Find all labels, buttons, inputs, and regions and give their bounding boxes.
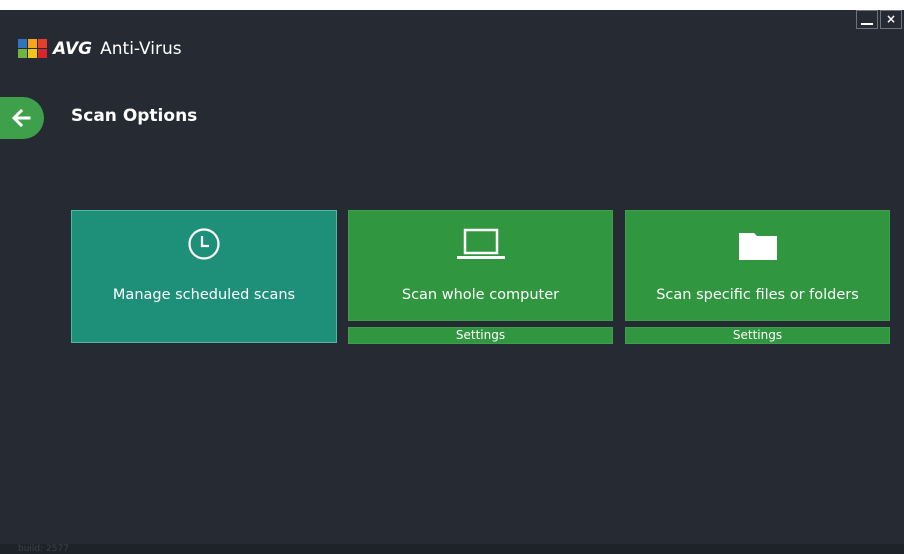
arrow-left-icon bbox=[11, 108, 31, 128]
minimize-button[interactable] bbox=[856, 10, 878, 29]
folder-icon bbox=[738, 233, 777, 260]
close-icon: × bbox=[885, 12, 897, 26]
tile-label: Scan specific files or folders bbox=[656, 287, 859, 303]
product-name: Anti-Virus bbox=[100, 39, 182, 59]
clock-icon bbox=[188, 228, 220, 260]
app-window: × AVG Anti-Virus Scan Options Manage sch… bbox=[0, 10, 904, 554]
avg-logo bbox=[18, 39, 47, 58]
tile-label: Scan whole computer bbox=[401, 287, 560, 303]
footer-bar: build: 2577 bbox=[0, 544, 904, 554]
scan-whole-computer-tile[interactable]: Scan whole computer bbox=[348, 210, 613, 321]
laptop-icon bbox=[456, 228, 505, 259]
scan-whole-computer-settings-button[interactable]: Settings bbox=[348, 327, 613, 344]
manage-scheduled-scans-tile[interactable]: Manage scheduled scans bbox=[71, 210, 337, 343]
close-button[interactable]: × bbox=[880, 10, 902, 29]
scan-specific-files-settings-button[interactable]: Settings bbox=[625, 327, 890, 344]
back-button[interactable] bbox=[0, 97, 44, 139]
scan-specific-files-tile[interactable]: Scan specific files or folders bbox=[625, 210, 890, 321]
tile-label: Manage scheduled scans bbox=[112, 287, 296, 303]
app-brand: AVG Anti-Virus bbox=[18, 39, 182, 59]
build-number: build: 2577 bbox=[18, 544, 69, 554]
page-title: Scan Options bbox=[71, 106, 198, 126]
window-controls: × bbox=[856, 10, 902, 29]
brand-avg: AVG bbox=[53, 39, 93, 59]
